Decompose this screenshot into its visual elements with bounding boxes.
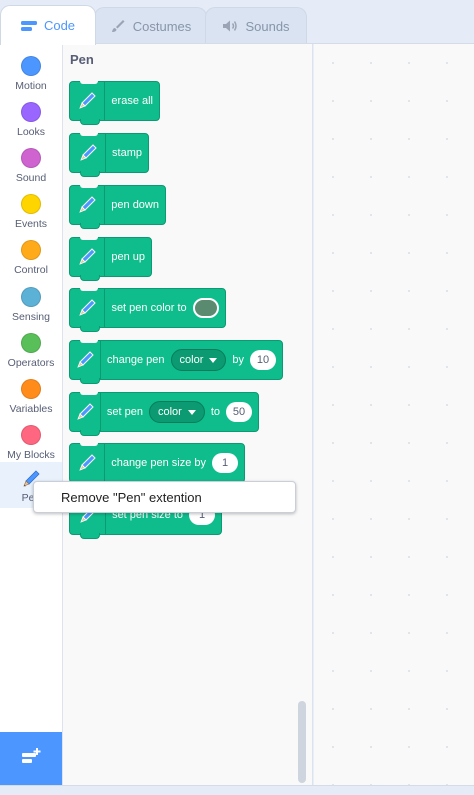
block-stamp[interactable]: stamp (69, 133, 149, 177)
block-palette: Pen erase all stamp pen down pen up set … (63, 44, 313, 786)
category-sensing[interactable]: Sensing (0, 279, 62, 325)
category-menu: Motion Looks Sound Events Control Sensin… (0, 44, 63, 786)
pen-icon (70, 444, 106, 482)
block-erase-all[interactable]: erase all (69, 81, 160, 125)
block-label: change pen (107, 354, 165, 366)
sound-dot-icon (21, 148, 41, 168)
paintbrush-icon (110, 18, 126, 34)
tab-sounds-label: Sounds (245, 18, 290, 34)
control-dot-icon (21, 240, 41, 260)
category-label: Events (14, 218, 48, 230)
variables-dot-icon (21, 379, 41, 399)
pen-color-swatch[interactable] (192, 298, 219, 318)
motion-dot-icon (21, 56, 41, 76)
dropdown-value: color (179, 354, 204, 366)
looks-dot-icon (21, 102, 41, 122)
pen-icon (70, 289, 106, 327)
bottom-edge (0, 785, 474, 795)
category-label: Motion (15, 80, 47, 92)
number-input[interactable]: 50 (226, 402, 252, 422)
add-extension-button[interactable] (0, 732, 62, 786)
caret-down-icon (187, 406, 196, 418)
category-label: Sound (15, 172, 47, 184)
dropdown-value: color (157, 406, 182, 418)
speaker-icon (222, 19, 238, 33)
block-change-pen-size-by[interactable]: change pen size by 1 (69, 443, 245, 487)
caret-down-icon (209, 354, 218, 366)
category-looks[interactable]: Looks (0, 94, 62, 140)
block-label: pen down (111, 199, 159, 211)
category-sound[interactable]: Sound (0, 140, 62, 186)
block-label: set pen (106, 406, 143, 418)
code-editor: Motion Looks Sound Events Control Sensin… (0, 43, 474, 786)
block-set-pen-color-to[interactable]: set pen color to (69, 288, 226, 332)
category-operators[interactable]: Operators (0, 325, 62, 371)
category-label: Variables (9, 403, 53, 415)
add-extension-icon (20, 747, 42, 772)
tab-code[interactable]: Code (0, 5, 96, 45)
code-icon (20, 20, 37, 32)
pen-icon (70, 341, 102, 379)
category-label: Looks (16, 126, 46, 138)
category-motion[interactable]: Motion (0, 48, 62, 94)
context-menu: Remove "Pen" extention (33, 481, 296, 513)
remove-extension-menu-item[interactable]: Remove "Pen" extention (61, 490, 202, 505)
category-label: My Blocks (7, 449, 55, 461)
tab-sounds[interactable]: Sounds (205, 7, 307, 44)
block-pen-up[interactable]: pen up (69, 237, 152, 281)
block-label: set pen color to (111, 302, 187, 314)
editor-tabs: Code Costumes Sounds (0, 0, 474, 45)
block-change-pen-param-by[interactable]: change pen color by 10 (69, 340, 283, 384)
block-label: to (210, 406, 220, 418)
block-label: pen up (111, 251, 145, 263)
category-control[interactable]: Control (0, 232, 62, 278)
events-dot-icon (21, 194, 41, 214)
palette-section-title: Pen (70, 52, 94, 67)
block-pen-down[interactable]: pen down (69, 185, 166, 229)
operators-dot-icon (21, 333, 41, 353)
block-set-pen-param-to[interactable]: set pen color to 50 (69, 392, 259, 436)
block-label: erase all (111, 95, 153, 107)
category-label: Sensing (12, 311, 50, 323)
param-dropdown[interactable]: color (148, 401, 205, 423)
script-workspace[interactable] (314, 44, 474, 786)
category-my-blocks[interactable]: My Blocks (0, 417, 62, 463)
tab-costumes-label: Costumes (132, 18, 192, 34)
block-label: by (232, 354, 244, 366)
category-label: Operators (7, 357, 55, 369)
palette-scrollbar[interactable] (298, 701, 306, 783)
tab-costumes[interactable]: Costumes (94, 7, 207, 44)
pen-icon (70, 186, 106, 224)
pen-icon (70, 238, 106, 276)
block-label: stamp (112, 147, 142, 159)
number-input[interactable]: 10 (250, 350, 276, 370)
category-variables[interactable]: Variables (0, 371, 62, 417)
pen-icon (70, 393, 101, 431)
pen-icon (70, 82, 106, 120)
tab-code-label: Code (43, 18, 76, 33)
sensing-dot-icon (21, 287, 41, 307)
pen-icon (70, 134, 107, 172)
category-events[interactable]: Events (0, 186, 62, 232)
block-label: change pen size by (111, 457, 206, 469)
number-input[interactable]: 1 (212, 453, 238, 473)
category-label: Control (14, 264, 48, 276)
my-blocks-dot-icon (21, 425, 41, 445)
param-dropdown[interactable]: color (170, 349, 227, 371)
